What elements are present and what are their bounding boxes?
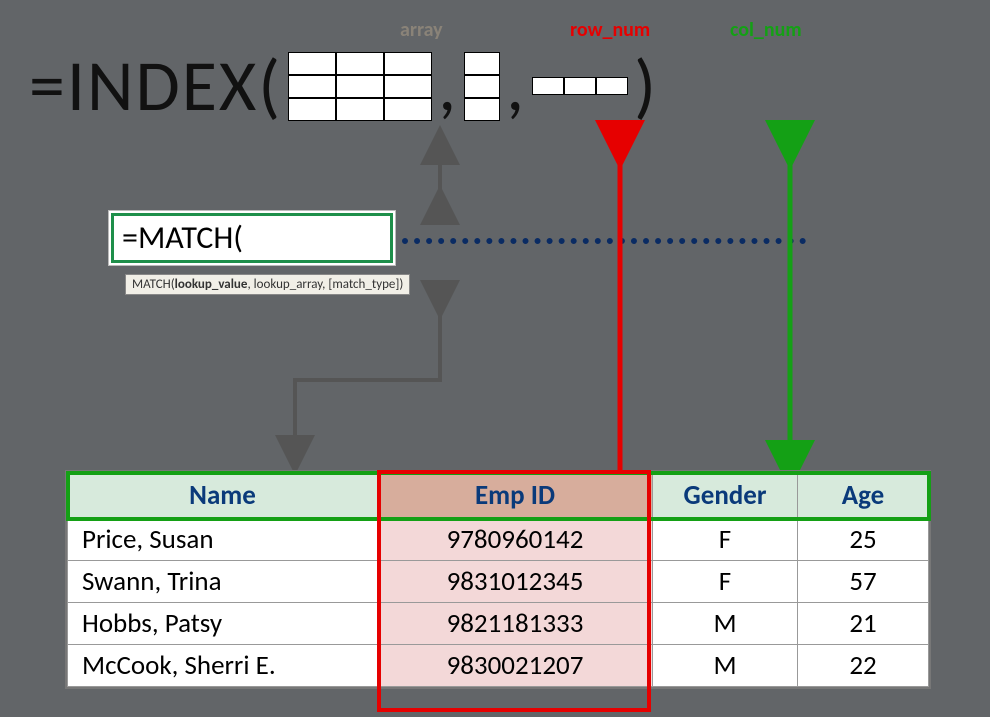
- table-header-row: Name Emp ID Gender Age: [68, 473, 929, 519]
- table-row: Hobbs, Patsy 9821181333 M 21: [68, 603, 929, 645]
- match-formula-text: =MATCH(: [111, 213, 393, 263]
- label-col-num: col_num: [730, 18, 802, 42]
- array-icon: [288, 52, 432, 121]
- formula-prefix: =INDEX(: [29, 50, 282, 122]
- col-num-icon: [532, 77, 628, 95]
- row-num-icon: [464, 52, 500, 121]
- table-row: McCook, Sherri E. 9830021207 M 22: [68, 645, 929, 687]
- header-emp-id: Emp ID: [378, 473, 653, 519]
- match-formula-box: =MATCH(: [108, 210, 396, 266]
- label-array: array: [400, 18, 443, 42]
- match-tooltip: MATCH(lookup_value, lookup_array, [match…: [125, 274, 410, 295]
- dotted-connector: [402, 238, 806, 244]
- table-row: Price, Susan 9780960142 F 25: [68, 519, 929, 561]
- header-name: Name: [68, 473, 378, 519]
- data-table: Name Emp ID Gender Age Price, Susan 9780…: [65, 470, 931, 689]
- header-gender: Gender: [653, 473, 798, 519]
- table-row: Swann, Trina 9831012345 F 57: [68, 561, 929, 603]
- label-row-num: row_num: [570, 18, 650, 42]
- comma-2: ,: [506, 50, 526, 122]
- index-formula: =INDEX( , , ): [29, 50, 658, 122]
- header-age: Age: [798, 473, 929, 519]
- comma-1: ,: [438, 50, 458, 122]
- formula-close: ): [634, 50, 658, 122]
